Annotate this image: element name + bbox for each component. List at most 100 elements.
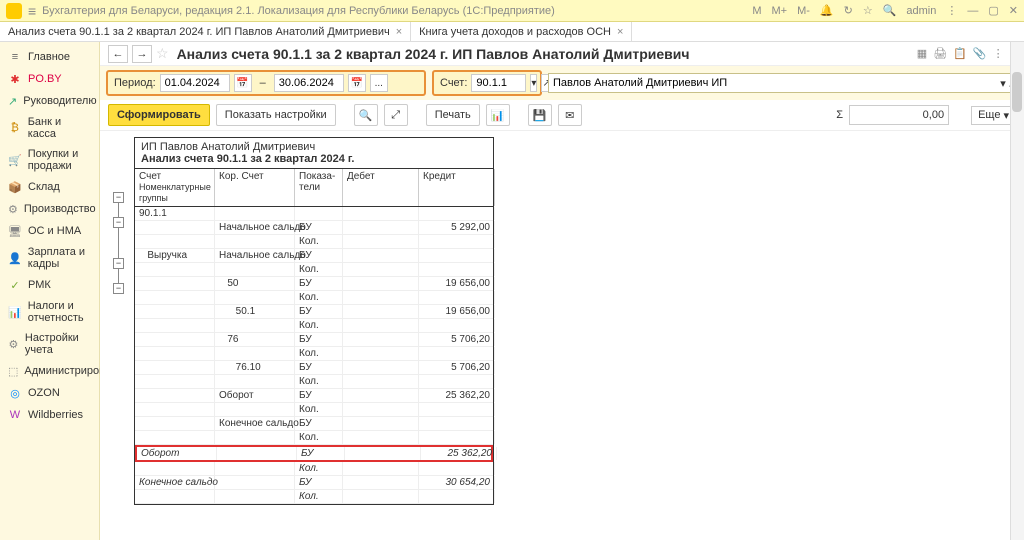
collapse-node[interactable]: −: [113, 217, 124, 228]
sidebar-item[interactable]: ₿Банк и касса: [0, 112, 99, 144]
report-row[interactable]: Кол.: [135, 291, 493, 305]
sidebar-item[interactable]: ✱PO.BY: [0, 68, 99, 90]
sidebar-item[interactable]: WWildberries: [0, 404, 99, 426]
collapse-node[interactable]: −: [113, 283, 124, 294]
tool-icon[interactable]: 🖨: [933, 47, 947, 60]
report-row[interactable]: Кол.: [135, 431, 493, 445]
report-row[interactable]: ОборотБУ25 362,20: [135, 389, 493, 403]
sidebar: ≡Главное✱PO.BY↗Руководителю₿Банк и касса…: [0, 42, 100, 540]
sidebar-icon: ⬚: [8, 364, 18, 378]
sidebar-label: Wildberries: [28, 409, 83, 421]
calendar-icon[interactable]: 📅: [348, 74, 366, 92]
report-row[interactable]: Кол.: [135, 263, 493, 277]
print-button[interactable]: Печать: [426, 104, 480, 126]
report-row-highlight[interactable]: Оборот БУ 25 362,20: [135, 445, 493, 462]
report-row[interactable]: ВыручкаНачальное сальдоБУ: [135, 249, 493, 263]
minimize-icon[interactable]: —: [967, 5, 978, 17]
scrollbar[interactable]: [1010, 42, 1024, 540]
sidebar-item[interactable]: ✓РМК: [0, 274, 99, 296]
expand-button[interactable]: ⤢: [384, 104, 408, 126]
collapse-node[interactable]: −: [113, 192, 124, 203]
report-row[interactable]: 76БУ5 706,20: [135, 333, 493, 347]
sidebar-icon: 📊: [8, 305, 22, 319]
sidebar-item[interactable]: ⬚Администрирование: [0, 360, 99, 382]
bell-icon[interactable]: 🔔: [820, 4, 834, 17]
user-label[interactable]: admin: [906, 5, 936, 17]
sidebar-label: Руководителю: [23, 95, 96, 107]
tool-icon[interactable]: ⋮: [993, 47, 1004, 60]
maximize-icon[interactable]: ▢: [988, 4, 998, 17]
star-icon[interactable]: ☆: [863, 4, 873, 17]
m-minus-button[interactable]: M-: [797, 5, 810, 17]
favorite-icon[interactable]: ☆: [156, 45, 169, 62]
nav-back-button[interactable]: ←: [108, 45, 128, 63]
report-row[interactable]: 90.1.1: [135, 207, 493, 221]
report-row[interactable]: Кол.: [135, 490, 493, 504]
history-icon[interactable]: ↻: [844, 4, 853, 17]
search-button[interactable]: 🔍: [354, 104, 378, 126]
report-row[interactable]: Кол.: [135, 462, 493, 476]
sidebar-item[interactable]: 📊Налоги и отчетность: [0, 296, 99, 328]
report-row[interactable]: Кол.: [135, 403, 493, 417]
account-input[interactable]: [471, 74, 526, 92]
org-input[interactable]: [549, 74, 998, 92]
save-button[interactable]: 💾: [528, 104, 552, 126]
report-row[interactable]: 50БУ19 656,00: [135, 277, 493, 291]
m-button[interactable]: M: [752, 5, 761, 17]
report-row[interactable]: 76.10БУ5 706,20: [135, 361, 493, 375]
chart-button[interactable]: 📊: [486, 104, 510, 126]
sidebar-icon: ◎: [8, 386, 22, 400]
sigma-icon: Σ: [836, 109, 843, 121]
tab-analysis[interactable]: Анализ счета 90.1.1 за 2 квартал 2024 г.…: [0, 22, 411, 41]
tab-kudir[interactable]: Книга учета доходов и расходов ОСН ×: [411, 22, 632, 41]
m-plus-button[interactable]: M+: [771, 5, 787, 17]
sidebar-label: Покупки и продажи: [28, 148, 91, 172]
sidebar-item[interactable]: ≡Главное: [0, 46, 99, 68]
dropdown-icon[interactable]: ▾: [1000, 77, 1006, 90]
sidebar-item[interactable]: 🛒Покупки и продажи: [0, 144, 99, 176]
nav-forward-button[interactable]: →: [132, 45, 152, 63]
sidebar-item[interactable]: 📦Склад: [0, 176, 99, 198]
report-row[interactable]: Кол.: [135, 235, 493, 249]
sidebar-item[interactable]: ⚙Производство: [0, 198, 99, 220]
report-area[interactable]: − − − − ИП Павлов Анатолий Дмитриевич Ан…: [100, 131, 1024, 540]
tool-icon[interactable]: 📋: [953, 47, 967, 60]
sidebar-label: ОС и НМА: [28, 225, 81, 237]
report-row[interactable]: Кол.: [135, 375, 493, 389]
tab-close-icon[interactable]: ×: [396, 26, 402, 38]
main-menu-icon[interactable]: ≡: [28, 3, 36, 19]
sidebar-label: Банк и касса: [28, 116, 91, 140]
report-row[interactable]: Конечное сальдоБУ: [135, 417, 493, 431]
report-row[interactable]: 50.1БУ19 656,00: [135, 305, 493, 319]
search-icon[interactable]: 🔍: [883, 4, 897, 17]
report-row[interactable]: Конечное сальдоБУ30 654,20: [135, 476, 493, 490]
tool-icon[interactable]: ▦: [917, 47, 927, 60]
tab-close-icon[interactable]: ×: [617, 26, 623, 38]
period-select-button[interactable]: ...: [370, 74, 388, 92]
report-row[interactable]: Начальное сальдоБУ5 292,00: [135, 221, 493, 235]
show-settings-button[interactable]: Показать настройки: [216, 104, 336, 126]
sidebar-item[interactable]: ◎OZON: [0, 382, 99, 404]
sidebar-item[interactable]: 🖥ОС и НМА: [0, 220, 99, 242]
date-from-input[interactable]: [160, 74, 230, 92]
report-row[interactable]: Кол.: [135, 347, 493, 361]
close-icon[interactable]: ✕: [1009, 4, 1018, 17]
form-button[interactable]: Сформировать: [108, 104, 210, 126]
report-row[interactable]: Кол.: [135, 319, 493, 333]
period-label: Период:: [114, 77, 156, 89]
tool-icon[interactable]: 📎: [973, 47, 987, 60]
account-filter: Счет: ▾ ↗: [432, 70, 542, 96]
titlebar: ≡ Бухгалтерия для Беларуси, редакция 2.1…: [0, 0, 1024, 22]
sidebar-item[interactable]: ⚙Настройки учета: [0, 328, 99, 360]
tab-label: Книга учета доходов и расходов ОСН: [419, 26, 611, 38]
sidebar-item[interactable]: 👤Зарплата и кадры: [0, 242, 99, 274]
filter-row: Период: 📅 – 📅 ... Счет: ▾ ↗ ▾ ↗: [100, 66, 1024, 100]
options-icon[interactable]: ⋮: [946, 4, 957, 17]
calendar-icon[interactable]: 📅: [234, 74, 252, 92]
email-button[interactable]: ✉: [558, 104, 582, 126]
dropdown-icon[interactable]: ▾: [530, 74, 537, 92]
sidebar-item[interactable]: ↗Руководителю: [0, 90, 99, 112]
date-to-input[interactable]: [274, 74, 344, 92]
collapse-node[interactable]: −: [113, 258, 124, 269]
page-title: Анализ счета 90.1.1 за 2 квартал 2024 г.…: [177, 46, 690, 62]
